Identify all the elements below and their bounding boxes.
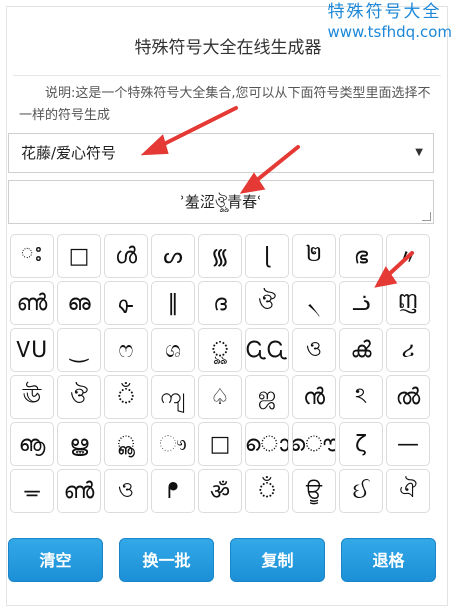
symbol-button[interactable]: ൠ — [57, 422, 101, 466]
category-selected-value: 花藤/爱心符号 — [21, 144, 117, 162]
symbol-button[interactable]: ৣ — [198, 328, 242, 372]
description-text: 说明:这是一个特殊符号大全集合,您可以从下面符号类型里面选择不一样的符号生成 — [19, 86, 431, 123]
symbol-button[interactable]: □ — [57, 234, 101, 278]
symbol-button[interactable]: ෟ — [151, 422, 195, 466]
symbol-button[interactable]: ও — [104, 469, 148, 513]
copy-button[interactable]: 复制 — [230, 538, 325, 582]
symbol-button[interactable]: ᓘ — [339, 281, 383, 325]
symbol-button[interactable]: ශ — [151, 328, 195, 372]
symbol-button[interactable]: ២ — [292, 234, 336, 278]
clear-button[interactable]: 清空 — [8, 538, 103, 582]
symbol-button[interactable]: — — [386, 422, 430, 466]
symbol-button[interactable]: ᚚ — [10, 469, 54, 513]
symbol-button[interactable]: ᏩᏩ — [245, 328, 289, 372]
symbol-button[interactable]: ൣ — [104, 422, 148, 466]
symbol-button[interactable]: ‿ — [57, 328, 101, 372]
symbol-button[interactable]: ះ — [10, 234, 54, 278]
symbol-button[interactable]: ঔ — [245, 281, 289, 325]
symbol-button[interactable]: ঊ — [10, 375, 54, 419]
chevron-down-icon: ▼ — [415, 147, 423, 158]
symbol-button[interactable]: ɭ — [245, 234, 289, 278]
refresh-button[interactable]: 换一批 — [119, 538, 214, 582]
symbol-button[interactable]: ෆ — [104, 328, 148, 372]
symbol-button[interactable]: ൌ — [292, 422, 336, 466]
symbol-button[interactable]: ঽ — [339, 375, 383, 419]
symbol-button[interactable]: ‖ — [151, 281, 195, 325]
action-buttons: 清空 换一批 复制 退格 — [8, 538, 436, 582]
symbol-button[interactable]: ᏙU — [10, 328, 54, 372]
symbol-button[interactable]: ♤ — [198, 375, 242, 419]
symbol-button[interactable]: ൺ — [57, 469, 101, 513]
symbol-button[interactable]: ᖰ — [151, 469, 195, 513]
symbol-button[interactable]: ਊ — [292, 469, 336, 513]
symbol-button[interactable]: ঐ — [386, 469, 430, 513]
output-value: ʾ羞涩ঔৣ青春ʿ — [180, 193, 262, 211]
symbol-button[interactable]: □ — [198, 422, 242, 466]
symbol-button[interactable]: ᯾ — [198, 234, 242, 278]
symbol-button[interactable]: ઈ — [339, 469, 383, 513]
symbol-button[interactable]: ഭ — [339, 234, 383, 278]
resize-handle-icon[interactable] — [422, 212, 431, 221]
category-select[interactable]: 花藤/爱心符号 ▼ — [8, 133, 434, 173]
symbol-button[interactable]: ഌ — [57, 281, 101, 325]
symbol-button[interactable]: ৲ — [292, 281, 336, 325]
symbol-button[interactable]: ൺ — [10, 281, 54, 325]
symbol-button[interactable]: ሪ — [386, 328, 430, 372]
symbol-button[interactable]: ദ — [198, 281, 242, 325]
watermark-url: www.tsfhdq.com — [327, 23, 452, 42]
symbol-button[interactable]: ကျ — [151, 375, 195, 419]
symbol-button[interactable]: ᡐ — [104, 281, 148, 325]
symbol-button[interactable]: ᔕ — [151, 234, 195, 278]
symbol-button[interactable]: ൡ — [10, 422, 54, 466]
symbol-button[interactable]: ஜ — [245, 375, 289, 419]
symbol-button[interactable]: ও — [292, 328, 336, 372]
watermark-name: 特殊符号大全 — [327, 2, 442, 22]
symbol-button[interactable]: ঁ — [245, 469, 289, 513]
symbol-button[interactable]: ঔ — [57, 375, 101, 419]
symbol-grid: ះ □ ൾ ᔕ ᯾ ɭ ២ ഭ 〃 ൺ ഌ ᡐ ‖ ദ ঔ ৲ ᓘ ញ ᏙU ‿ ෆ ශৣ ᏩᏩ ও ൿ ሪ ঊ ঔঁ ကျ ♤ ஜ ൻ ঽ ൽ ൡ… — [10, 234, 430, 513]
divider — [13, 75, 441, 76]
symbol-button[interactable]: ൿ — [339, 328, 383, 372]
backspace-button[interactable]: 退格 — [341, 538, 436, 582]
symbol-button[interactable]: 〃 — [386, 234, 430, 278]
symbol-button[interactable]: ൾ — [104, 234, 148, 278]
symbol-button[interactable]: ঁ — [104, 375, 148, 419]
symbol-button[interactable]: ញ — [386, 281, 430, 325]
site-watermark: 特殊符号大全 www.tsfhdq.com — [327, 2, 452, 42]
symbol-button[interactable]: ॐ — [198, 469, 242, 513]
output-textarea[interactable]: ʾ羞涩ঔৣ青春ʿ — [8, 180, 434, 224]
symbol-button[interactable]: ζ — [339, 422, 383, 466]
symbol-button[interactable]: ൊ — [245, 422, 289, 466]
symbol-button[interactable]: ൽ — [386, 375, 430, 419]
symbol-button[interactable]: ൻ — [292, 375, 336, 419]
